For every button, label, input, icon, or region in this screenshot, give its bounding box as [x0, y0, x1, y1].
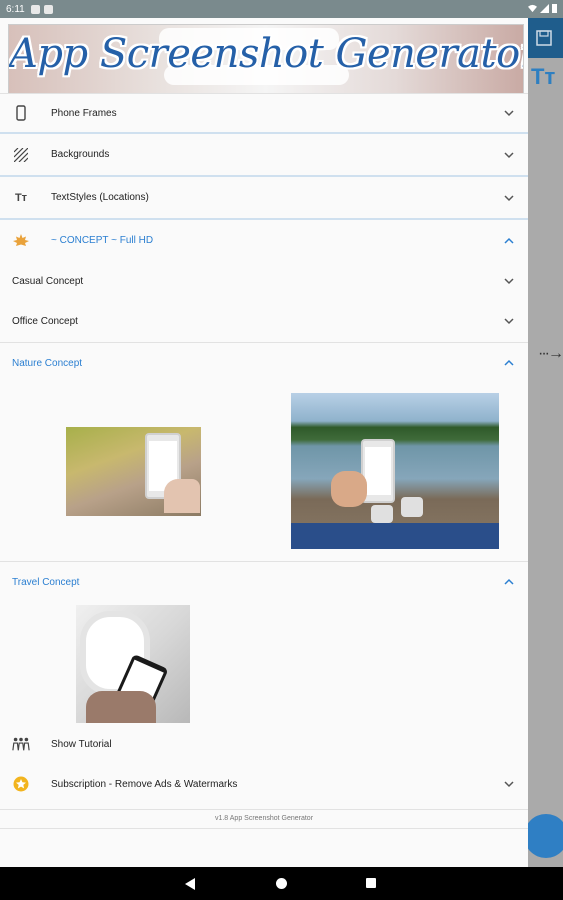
menu-item-label: ~ CONCEPT ~ Full HD	[51, 235, 154, 246]
chevron-down-icon	[504, 781, 514, 788]
sneaker	[371, 505, 393, 523]
menu-item-label: Office Concept	[12, 315, 78, 327]
chevron-up-icon	[504, 237, 514, 244]
menu-item-label: Travel Concept	[12, 576, 80, 588]
floating-action-button[interactable]	[524, 814, 563, 858]
banner-title: App Screenshot Generator	[9, 31, 524, 77]
status-time: 6:11	[6, 3, 25, 15]
menu-item-label: Phone Frames	[51, 107, 117, 119]
menu-item-casual-concept[interactable]: Casual Concept	[0, 261, 528, 301]
system-icons	[528, 3, 557, 13]
save-icon[interactable]	[536, 30, 552, 46]
menu-item-nature-concept[interactable]: Nature Concept	[0, 343, 528, 383]
home-icon[interactable]	[276, 878, 287, 889]
menu-item-travel-concept[interactable]: Travel Concept	[0, 562, 528, 602]
menu-item-label: Casual Concept	[12, 275, 84, 287]
menu-item-office-concept[interactable]: Office Concept	[0, 301, 528, 341]
text-fields-icon: Tт	[14, 191, 28, 204]
maple-leaf-icon	[12, 232, 30, 250]
chevron-down-icon	[504, 278, 514, 285]
wifi-icon	[528, 4, 537, 12]
chevron-down-icon	[504, 110, 514, 117]
system-navigation-bar	[0, 867, 563, 900]
navigation-drawer: App Screenshot Generator Phone Frames Ba…	[0, 18, 528, 867]
battery-icon	[552, 4, 557, 13]
menu-item-label: Nature Concept	[12, 357, 83, 369]
background-app: Tт ···→	[524, 18, 563, 867]
menu-item-backgrounds[interactable]: Backgrounds	[0, 134, 528, 175]
background-toolbar	[528, 18, 563, 58]
jeans	[291, 523, 499, 549]
menu-item-label: Show Tutorial	[51, 738, 112, 750]
sneaker	[401, 497, 423, 517]
version-footer: v1.8 App Screenshot Generator	[214, 815, 314, 822]
nature-concept-thumbnail-1[interactable]	[66, 427, 201, 516]
menu-item-show-tutorial[interactable]: Show Tutorial	[0, 724, 528, 764]
divider	[0, 828, 528, 829]
chevron-up-icon	[504, 578, 514, 585]
chevron-up-icon	[504, 359, 514, 366]
travel-concept-thumbnail[interactable]	[76, 605, 190, 723]
recent-apps-icon[interactable]	[366, 878, 376, 888]
nature-concept-thumbnail-2[interactable]	[291, 393, 499, 549]
divider	[0, 809, 528, 810]
menu-item-phone-frames[interactable]: Phone Frames	[0, 94, 528, 132]
menu-item-subscription[interactable]: Subscription - Remove Ads & Watermarks	[0, 764, 528, 804]
menu-item-label: Backgrounds	[51, 149, 110, 160]
arrow-right-icon: ···→	[538, 345, 563, 362]
text-style-icon[interactable]: Tт	[531, 64, 555, 90]
status-bar: 6:11	[0, 0, 563, 18]
menu-item-label: Subscription - Remove Ads & Watermarks	[51, 778, 238, 790]
hand	[331, 471, 367, 507]
tutorial-people-icon	[12, 735, 30, 753]
phone-icon	[12, 104, 30, 122]
menu-item-concept[interactable]: ~ CONCEPT ~ Full HD	[0, 220, 528, 261]
menu-item-label: TextStyles (Locations)	[51, 192, 149, 203]
chevron-down-icon	[504, 318, 514, 325]
notification-icons	[30, 4, 53, 14]
star-badge-icon	[12, 775, 30, 793]
hands	[86, 691, 156, 723]
texture-icon	[12, 146, 30, 164]
menu-item-text-styles[interactable]: Tт TextStyles (Locations)	[0, 177, 528, 218]
chevron-down-icon	[504, 194, 514, 201]
signal-icon	[540, 3, 549, 13]
hand	[164, 479, 200, 513]
chevron-down-icon	[504, 151, 514, 158]
app-banner: App Screenshot Generator	[8, 24, 524, 94]
back-icon[interactable]	[185, 878, 195, 890]
